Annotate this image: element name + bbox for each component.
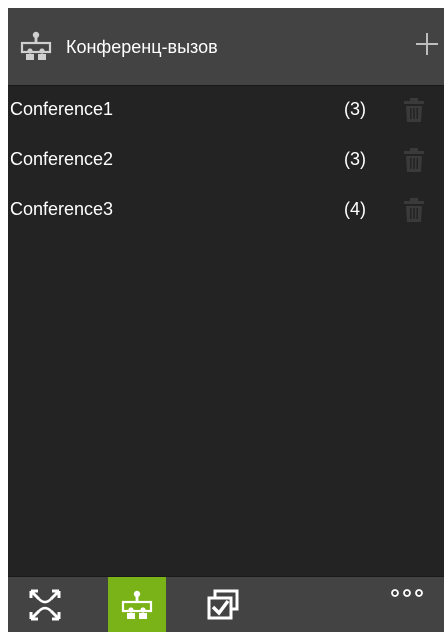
more-icon [391, 589, 423, 597]
fit-screen-icon [29, 589, 61, 621]
trash-icon[interactable] [403, 148, 425, 172]
trash-icon[interactable] [403, 98, 425, 122]
checklist-icon [207, 589, 239, 620]
conference-panel: Конференц-вызов Conference1 (3) Conferen… [8, 8, 444, 632]
conference-icon [121, 590, 153, 619]
conference-name: Conference1 [10, 99, 114, 119]
conference-list: Conference1 (3) Conference2 (3) Conferen… [8, 86, 444, 236]
page-title: Конференц-вызов [66, 37, 218, 57]
checklist-button[interactable] [194, 577, 252, 632]
bottom-toolbar [8, 576, 444, 632]
conference-tab-button[interactable] [108, 577, 166, 632]
list-item[interactable]: Conference3 (4) [8, 186, 444, 236]
participant-count: (4) [344, 199, 366, 219]
conference-name: Conference3 [10, 199, 114, 219]
more-button[interactable] [378, 577, 444, 632]
fit-screen-button[interactable] [16, 577, 74, 632]
conference-name: Conference2 [10, 149, 114, 169]
participant-count: (3) [344, 149, 366, 169]
conference-icon [20, 31, 52, 60]
add-conference-button[interactable] [412, 30, 442, 60]
trash-icon[interactable] [403, 198, 425, 222]
participant-count: (3) [344, 99, 366, 119]
list-item[interactable]: Conference1 (3) [8, 86, 444, 136]
header-bar: Конференц-вызов [8, 8, 444, 86]
list-item[interactable]: Conference2 (3) [8, 136, 444, 186]
